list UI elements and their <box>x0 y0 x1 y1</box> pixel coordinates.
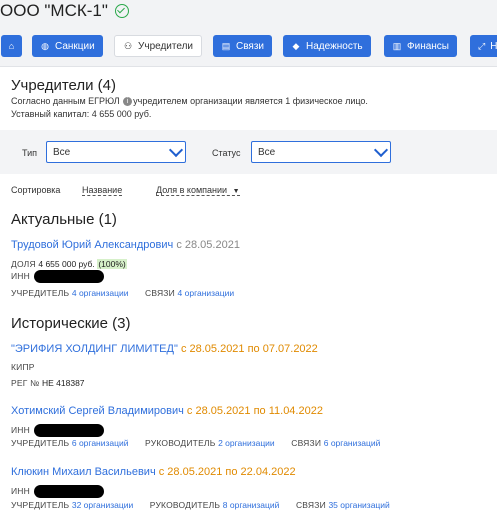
founder-role-label: УЧРЕДИТЕЛЬ <box>11 438 70 448</box>
tab-home[interactable]: ⌂ <box>1 35 22 57</box>
section-description: Согласно данным ЕГРЮЛ i учредителем орган… <box>11 96 368 107</box>
founder-stats: УЧРЕДИТЕЛЬ 4 организации СВЯЗИ 4 организ… <box>11 288 234 298</box>
section-title: Учредители (4) <box>11 77 117 94</box>
founder-role-link[interactable]: 4 организации <box>72 288 129 298</box>
historic-inn: ИНН <box>11 424 104 437</box>
founder-name-link[interactable]: Трудовой Юрий Александрович <box>11 239 173 251</box>
sort-label: Сортировка <box>11 185 61 195</box>
people-icon: ⚇ <box>123 41 133 51</box>
tab-sanctions[interactable]: ◍ Санкции <box>32 35 103 57</box>
share-label: ДОЛЯ <box>11 259 36 269</box>
tab-reliability[interactable]: ◆ Надежность <box>283 35 371 57</box>
company-title: ООО "МСК-1" <box>0 1 129 21</box>
manager-label: РУКОВОДИТЕЛЬ <box>145 438 216 448</box>
filter-bar: Тип Все Статус Все <box>0 130 497 174</box>
founder-name[interactable]: Трудовой Юрий Александрович с 28.05.2021 <box>11 239 240 251</box>
authorized-capital: Уставный капитал: 4 655 000 руб. <box>11 109 152 119</box>
type-select[interactable]: Все <box>46 141 186 163</box>
historic-section-title: Исторические (3) <box>11 315 131 332</box>
link-icon: ▤ <box>221 41 231 51</box>
status-select[interactable]: Все <box>251 141 391 163</box>
description-part-2: учредителем организации является 1 физич… <box>133 96 368 106</box>
info-icon[interactable]: i <box>123 97 133 107</box>
actual-section-title: Актуальные (1) <box>11 211 117 228</box>
historic-date: с 28.05.2021 по 07.07.2022 <box>180 343 318 355</box>
tab-founders[interactable]: ⚇ Учредители <box>114 35 203 57</box>
founder-date: с 28.05.2021 <box>176 239 240 251</box>
historic-item-1[interactable]: "ЭРИФИЯ ХОЛДИНГ ЛИМИТЕД" с 28.05.2021 по… <box>11 343 318 355</box>
historic-item-2[interactable]: Хотимский Сергей Владимирович с 28.05.20… <box>11 405 323 417</box>
top-bar: ООО "МСК-1" ⌂ ◍ Санкции ⚇ Учредители ▤ С… <box>0 0 497 75</box>
links-link[interactable]: 35 организаций <box>328 500 389 510</box>
founder-role-link[interactable]: 6 организаций <box>72 438 129 448</box>
tab-reliability-label: Надежность <box>306 40 363 52</box>
manager-link[interactable]: 8 организаций <box>223 500 280 510</box>
chevron-down-icon <box>374 145 386 157</box>
links-label: СВЯЗИ <box>145 288 175 298</box>
reg-value: НЕ 418387 <box>41 378 85 388</box>
verified-check-icon <box>114 4 129 18</box>
manager-link[interactable]: 2 организации <box>218 438 275 448</box>
links-link[interactable]: 4 организации <box>178 288 235 298</box>
sort-arrow-icon: ▼ <box>232 188 240 195</box>
inn-label: ИНН <box>11 270 30 281</box>
inn-label: ИНН <box>11 424 30 435</box>
tab-founders-label: Учредители <box>138 40 194 52</box>
historic-name-link[interactable]: Хотимский Сергей Владимирович <box>11 405 184 417</box>
redacted-inn <box>34 485 104 498</box>
manager-label: РУКОВОДИТЕЛЬ <box>149 500 221 510</box>
links-label: СВЯЗИ <box>295 500 326 510</box>
historic-name-link[interactable]: "ЭРИФИЯ ХОЛДИНГ ЛИМИТЕД" <box>11 343 178 355</box>
type-select-value: Все <box>53 147 71 158</box>
share-value: 4 655 000 руб. <box>38 259 95 269</box>
historic-reg: РЕГ № НЕ 418387 <box>11 378 85 388</box>
links-link[interactable]: 6 организаций <box>324 438 381 448</box>
tabs-bar: ⌂ ◍ Санкции ⚇ Учредители ▤ Связи ◆ Надеж… <box>0 35 497 57</box>
tab-more-label: Н <box>490 40 497 52</box>
historic-inn: ИНН <box>11 485 104 498</box>
historic-item-3[interactable]: Клюкин Михаил Васильевич с 28.05.2021 по… <box>11 466 296 478</box>
tab-finance[interactable]: ▥ Финансы <box>384 35 457 57</box>
chart-icon: ▥ <box>392 41 402 51</box>
sort-by-share[interactable]: Доля в компании ▼ <box>156 185 240 196</box>
links-label: СВЯЗИ <box>291 438 322 448</box>
inn-label: ИНН <box>11 485 30 496</box>
tab-sanctions-label: Санкции <box>55 40 95 52</box>
reg-label: РЕГ № <box>11 378 40 388</box>
founder-role-link[interactable]: 32 организации <box>72 500 133 510</box>
globe-icon: ◍ <box>41 41 49 51</box>
sort-by-share-label: Доля в компании <box>156 185 228 195</box>
type-filter-label: Тип <box>22 148 38 158</box>
historic-name-link[interactable]: Клюкин Михаил Васильевич <box>11 466 156 478</box>
founder-inn: ИНН <box>11 270 104 283</box>
description-part-1: Согласно данным ЕГРЮЛ <box>11 96 120 106</box>
tab-more[interactable]: ⤢ Н <box>470 35 497 57</box>
shield-icon: ◆ <box>292 41 300 51</box>
status-select-value: Все <box>258 147 276 158</box>
status-filter-label: Статус <box>212 148 241 158</box>
chevron-down-icon <box>169 145 181 157</box>
founder-role-label: УЧРЕДИТЕЛЬ <box>11 500 70 510</box>
company-name: ООО "МСК-1" <box>0 1 108 20</box>
redacted-inn <box>34 270 104 283</box>
tab-links-label: Связи <box>236 40 265 52</box>
historic-stats: УЧРЕДИТЕЛЬ 6 организаций РУКОВОДИТЕЛЬ 2 … <box>11 438 380 448</box>
historic-date: с 28.05.2021 по 11.04.2022 <box>186 405 323 417</box>
redacted-inn <box>34 424 104 437</box>
tab-links[interactable]: ▤ Связи <box>213 35 273 57</box>
share-percent: (100%) <box>97 259 127 269</box>
historic-stats: УЧРЕДИТЕЛЬ 32 организации РУКОВОДИТЕЛЬ 8… <box>11 500 390 510</box>
historic-date: с 28.05.2021 по 22.04.2022 <box>158 466 296 478</box>
founder-role-label: УЧРЕДИТЕЛЬ <box>11 288 70 298</box>
founder-share: ДОЛЯ 4 655 000 руб. (100%) <box>11 259 127 269</box>
arrows-icon: ⤢ <box>478 41 486 51</box>
historic-country: КИПР <box>11 362 35 372</box>
home-icon: ⌂ <box>8 41 15 51</box>
sort-by-name[interactable]: Название <box>82 185 123 196</box>
tab-finance-label: Финансы <box>407 40 449 52</box>
